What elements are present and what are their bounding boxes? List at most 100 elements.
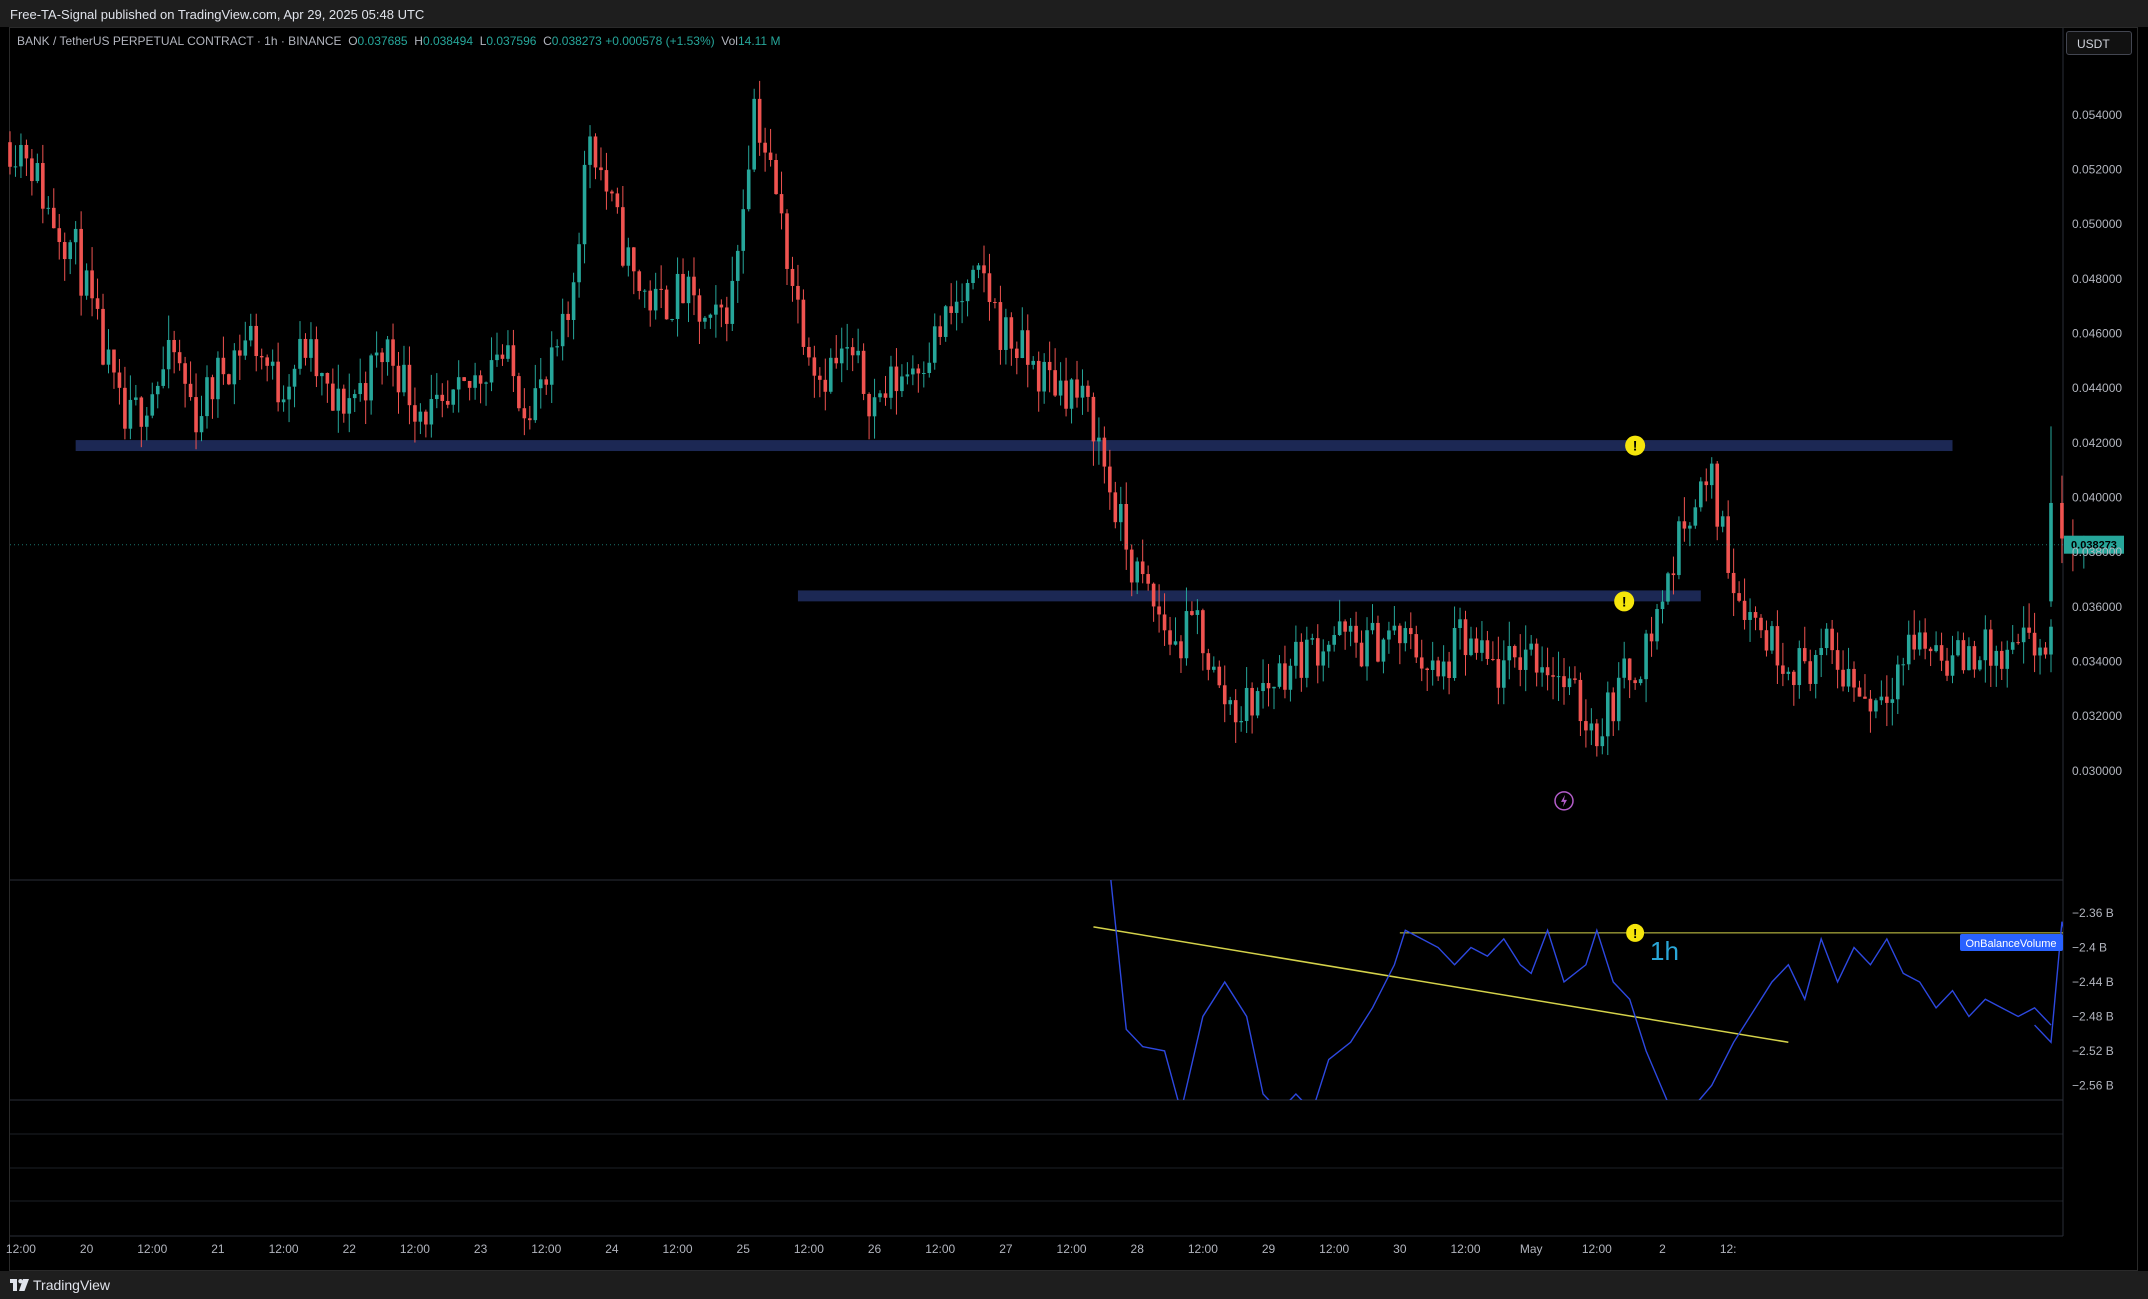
candle-body	[807, 346, 811, 358]
candle-body	[911, 368, 915, 375]
candle-body	[1179, 641, 1183, 659]
candle-body	[538, 379, 543, 389]
candle-body	[90, 270, 94, 299]
candle-body	[1939, 645, 1944, 661]
time-tick-label: 24	[605, 1242, 619, 1256]
candle-body	[1786, 671, 1791, 674]
candle-body	[270, 361, 275, 366]
candle-body	[451, 389, 456, 405]
candle-body	[57, 228, 62, 243]
candle-body	[1895, 664, 1900, 700]
candle-body	[429, 399, 434, 425]
candle-body	[588, 136, 592, 165]
candle-body	[1584, 721, 1588, 731]
candle-body	[1967, 646, 1971, 671]
candle-body	[1671, 573, 1676, 576]
candle-body	[1272, 686, 1276, 689]
candle-body	[2016, 642, 2020, 644]
candle-body	[621, 207, 625, 266]
candle-body	[402, 364, 406, 393]
candle-body	[1715, 463, 1720, 527]
candle-body	[287, 386, 291, 400]
candle-body	[1879, 696, 1884, 701]
time-tick-label: 12:00	[925, 1242, 955, 1256]
time-tick-label: 12:00	[1450, 1242, 1480, 1256]
volume-value: 14.11 M	[737, 34, 781, 48]
obv-series-name: OnBalanceVolume	[1965, 938, 2056, 950]
candle-body	[1835, 650, 1840, 670]
candles-group	[8, 80, 2086, 757]
chart-canvas[interactable]: 0.038273!! 0.054000 0.052000 0.050000 0.0480…	[0, 0, 2148, 1299]
footer-bar: TradingView	[0, 1271, 2148, 1299]
close-label: C	[543, 34, 552, 48]
candle-body	[1294, 641, 1298, 666]
candle-body	[166, 339, 171, 370]
candle-body	[796, 285, 800, 300]
candle-body	[325, 372, 330, 384]
candle-body	[839, 348, 844, 364]
obv-tick-label: −2.36 B	[2072, 906, 2114, 920]
candle-body	[1759, 617, 1763, 631]
time-tick-label: 29	[1262, 1242, 1276, 1256]
candle-body	[1458, 619, 1462, 628]
time-tick-label: 12:00	[400, 1242, 430, 1256]
open-label: O	[348, 34, 358, 48]
candle-body	[1567, 678, 1572, 688]
candle-body	[435, 394, 439, 400]
candle-body	[210, 377, 215, 400]
candle-body	[517, 376, 521, 409]
candle-body	[506, 345, 510, 359]
candle-body	[1917, 632, 1922, 650]
candle-body	[670, 318, 674, 320]
candle-body	[1737, 593, 1741, 601]
candle-body	[987, 273, 992, 303]
candle-body	[1403, 628, 1408, 644]
candle-body	[205, 377, 209, 417]
candle-body	[1556, 676, 1561, 678]
price-tick-label: 0.046000	[2072, 327, 2122, 341]
candle-body	[445, 400, 450, 405]
candle-body	[1469, 638, 1473, 656]
candle-body	[259, 356, 264, 358]
tradingview-brand[interactable]: TradingView	[10, 1277, 110, 1293]
candle-body	[571, 282, 576, 320]
candle-body	[1025, 330, 1030, 365]
price-tick-label: 0.030000	[2072, 764, 2122, 778]
candle-body	[1108, 466, 1112, 493]
candle-body	[1753, 612, 1758, 618]
candle-body	[686, 276, 691, 304]
candle-body	[1699, 481, 1703, 508]
candle-body	[1118, 503, 1123, 523]
candle-body	[610, 191, 614, 194]
candle-body	[637, 271, 642, 291]
candle-body	[752, 98, 756, 170]
candle-body	[1688, 525, 1692, 529]
candle-body	[1244, 687, 1249, 722]
currency-button[interactable]: USDT	[2066, 31, 2132, 55]
candle-body	[150, 394, 155, 416]
candle-body	[1874, 700, 1878, 712]
price-tick-label: 0.036000	[2072, 600, 2122, 614]
support-resistance-zone	[75, 440, 1953, 452]
time-tick-label: 12:00	[1057, 1242, 1087, 1256]
candle-body	[861, 350, 866, 394]
candle-body	[484, 382, 488, 384]
candle-body	[1080, 385, 1085, 398]
candle-body	[1781, 665, 1785, 674]
candle-body	[943, 306, 948, 337]
candle-body	[35, 163, 40, 182]
candle-body	[1764, 630, 1769, 651]
candle-body	[155, 385, 160, 395]
candle-body	[227, 374, 231, 385]
candle-body	[1113, 492, 1118, 523]
candle-body	[134, 397, 138, 400]
candle-body	[1031, 360, 1036, 365]
candle-body	[380, 352, 384, 363]
candle-body	[1945, 660, 1949, 676]
change-value: +0.000578 (+1.53%)	[605, 34, 715, 48]
candle-body	[1627, 658, 1632, 681]
symbol-title[interactable]: BANK / TetherUS PERPETUAL CONTRACT · 1h …	[17, 34, 342, 48]
candle-body	[790, 268, 795, 286]
candle-body	[1677, 521, 1681, 576]
candle-body	[1731, 572, 1736, 594]
